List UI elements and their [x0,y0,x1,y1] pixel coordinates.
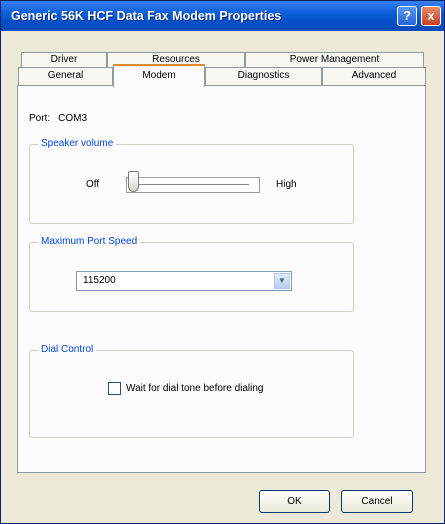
speaker-volume-label: Speaker volume [38,138,117,149]
speaker-volume-group: Speaker volume Off High [29,138,354,224]
maximum-port-speed-group: Maximum Port Speed 115200 ▼ [29,236,354,312]
tab-general[interactable]: General [18,67,113,85]
maximum-port-speed-label: Maximum Port Speed [38,236,141,247]
tab-power-management[interactable]: Power Management [245,52,424,67]
modem-properties-dialog: Generic 56K HCF Data Fax Modem Propertie… [0,0,445,524]
port-label: Port: [29,113,51,124]
window-title: Generic 56K HCF Data Fax Modem Propertie… [11,9,282,23]
speaker-volume-slider-thumb[interactable] [128,171,139,192]
tab-modem[interactable]: Modem [113,64,205,87]
wait-for-dial-tone-checkbox[interactable] [108,382,121,395]
port-value: COM3 [58,113,88,124]
dial-control-label: Dial Control [38,344,97,355]
tab-advanced[interactable]: Advanced [322,67,426,85]
help-button[interactable]: ? [397,6,417,26]
port-speed-select[interactable]: 115200 ▼ [76,271,292,291]
tab-driver[interactable]: Driver [21,52,107,67]
volume-high-label: High [276,179,297,190]
tab-diagnostics[interactable]: Diagnostics [205,67,322,85]
speaker-volume-slider[interactable] [126,177,260,193]
modem-tab-panel: Port: COM3 Speaker volume Off High Maximu… [17,85,426,473]
close-button[interactable]: x [421,6,441,26]
title-bar[interactable]: Generic 56K HCF Data Fax Modem Propertie… [1,1,444,31]
volume-off-label: Off [86,179,100,190]
chevron-down-icon[interactable]: ▼ [274,273,290,289]
dial-control-group: Dial Control Wait for dial tone before d… [29,344,354,438]
ok-button[interactable]: OK [259,490,330,513]
port-speed-value: 115200 [83,275,116,286]
wait-for-dial-tone-label[interactable]: Wait for dial tone before dialing [126,383,264,394]
port-info: Port: COM3 [29,113,95,124]
cancel-button[interactable]: Cancel [341,490,413,513]
